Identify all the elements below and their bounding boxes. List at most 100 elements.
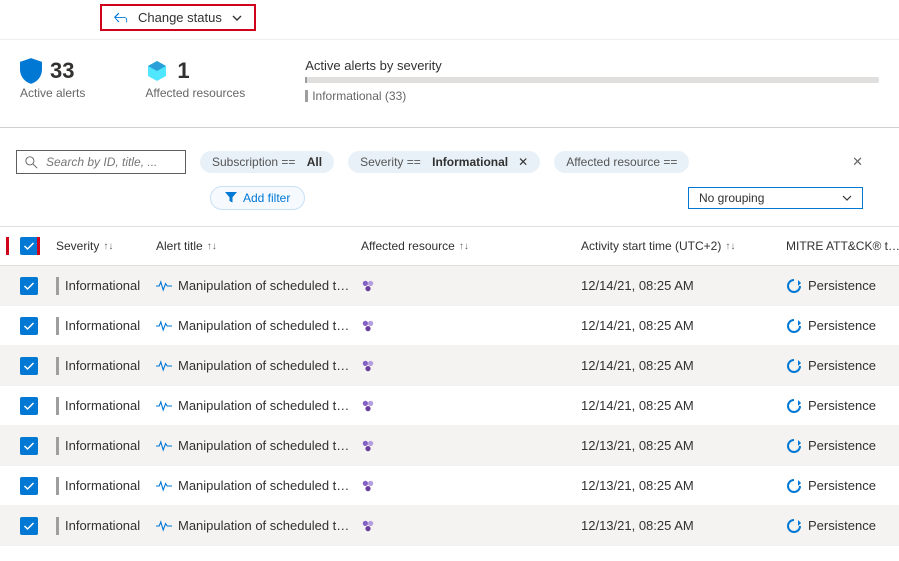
- toolbar: Change status: [0, 0, 899, 40]
- change-status-label: Change status: [138, 10, 222, 25]
- search-icon: [25, 156, 38, 169]
- mitre-cell: Persistence: [780, 518, 899, 534]
- pulse-icon: [156, 440, 172, 452]
- resource-icon: [361, 279, 375, 293]
- pulse-icon: [156, 320, 172, 332]
- resource-cell: [355, 479, 575, 493]
- chevron-down-icon: [842, 193, 852, 203]
- resource-icon: [361, 479, 375, 493]
- cube-icon: [145, 59, 169, 83]
- severity-cell: Informational: [50, 317, 150, 335]
- row-checkbox[interactable]: [20, 397, 38, 415]
- persistence-icon: [786, 318, 802, 334]
- persistence-icon: [786, 398, 802, 414]
- time-cell: 12/14/21, 08:25 AM: [575, 278, 780, 293]
- search-box[interactable]: [16, 150, 186, 174]
- mitre-cell: Persistence: [780, 358, 899, 374]
- table-row[interactable]: Informational Manipulation of scheduled …: [0, 306, 899, 346]
- resource-cell: [355, 279, 575, 293]
- select-all-checkbox[interactable]: [20, 237, 38, 255]
- severity-swatch: [305, 90, 308, 102]
- row-checkbox[interactable]: [20, 517, 38, 535]
- search-input[interactable]: [44, 154, 174, 170]
- row-checkbox[interactable]: [20, 317, 38, 335]
- mitre-cell: Persistence: [780, 478, 899, 494]
- severity-cell: Informational: [50, 277, 150, 295]
- resource-cell: [355, 399, 575, 413]
- table-row[interactable]: Informational Manipulation of scheduled …: [0, 426, 899, 466]
- alert-title-cell[interactable]: Manipulation of scheduled t…: [150, 318, 355, 333]
- row-checkbox[interactable]: [20, 277, 38, 295]
- severity-title: Active alerts by severity: [305, 58, 879, 73]
- time-cell: 12/13/21, 08:25 AM: [575, 518, 780, 533]
- row-checkbox[interactable]: [20, 437, 38, 455]
- resource-icon: [361, 359, 375, 373]
- mitre-cell: Persistence: [780, 318, 899, 334]
- filter-pill-subscription[interactable]: Subscription == All: [200, 151, 334, 173]
- mitre-cell: Persistence: [780, 438, 899, 454]
- resource-cell: [355, 359, 575, 373]
- filter-pill-severity[interactable]: Severity == Informational ✕: [348, 151, 540, 173]
- row-checkbox[interactable]: [20, 477, 38, 495]
- alert-title-cell[interactable]: Manipulation of scheduled t…: [150, 398, 355, 413]
- resource-icon: [361, 519, 375, 533]
- persistence-icon: [786, 478, 802, 494]
- pulse-icon: [156, 400, 172, 412]
- severity-cell: Informational: [50, 517, 150, 535]
- persistence-icon: [786, 518, 802, 534]
- table-row[interactable]: Informational Manipulation of scheduled …: [0, 506, 899, 546]
- filter-plus-icon: [225, 192, 237, 204]
- resource-cell: [355, 519, 575, 533]
- col-mitre[interactable]: MITRE ATT&CK® t…: [780, 239, 899, 253]
- table-body: Informational Manipulation of scheduled …: [0, 266, 899, 546]
- clear-filters-icon[interactable]: ✕: [852, 154, 863, 170]
- col-time[interactable]: Activity start time (UTC+2) ↑↓: [575, 239, 780, 253]
- filter-pill-resource[interactable]: Affected resource ==: [554, 151, 689, 173]
- resource-cell: [355, 439, 575, 453]
- resource-cell: [355, 319, 575, 333]
- active-alerts-value: 33: [50, 58, 74, 84]
- severity-legend: Informational (33): [305, 89, 879, 103]
- severity-cell: Informational: [50, 357, 150, 375]
- pulse-icon: [156, 520, 172, 532]
- time-cell: 12/13/21, 08:25 AM: [575, 478, 780, 493]
- severity-cell: Informational: [50, 397, 150, 415]
- severity-cell: Informational: [50, 437, 150, 455]
- table-row[interactable]: Informational Manipulation of scheduled …: [0, 346, 899, 386]
- close-icon[interactable]: ✕: [518, 155, 528, 169]
- chevron-down-icon: [232, 13, 242, 23]
- time-cell: 12/14/21, 08:25 AM: [575, 318, 780, 333]
- affected-resources-label: Affected resources: [145, 86, 245, 100]
- active-alerts-stat: 33 Active alerts: [20, 58, 85, 100]
- table-row[interactable]: Informational Manipulation of scheduled …: [0, 266, 899, 306]
- table-row[interactable]: Informational Manipulation of scheduled …: [0, 466, 899, 506]
- time-cell: 12/14/21, 08:25 AM: [575, 398, 780, 413]
- severity-bar: [305, 77, 879, 83]
- alert-title-cell[interactable]: Manipulation of scheduled t…: [150, 478, 355, 493]
- affected-resources-value: 1: [177, 58, 189, 84]
- persistence-icon: [786, 438, 802, 454]
- alert-title-cell[interactable]: Manipulation of scheduled t…: [150, 518, 355, 533]
- shield-icon: [20, 58, 42, 84]
- alert-title-cell[interactable]: Manipulation of scheduled t…: [150, 278, 355, 293]
- mitre-cell: Persistence: [780, 398, 899, 414]
- alert-title-cell[interactable]: Manipulation of scheduled t…: [150, 438, 355, 453]
- active-alerts-label: Active alerts: [20, 86, 85, 100]
- table-row[interactable]: Informational Manipulation of scheduled …: [0, 386, 899, 426]
- persistence-icon: [786, 358, 802, 374]
- resource-icon: [361, 399, 375, 413]
- time-cell: 12/13/21, 08:25 AM: [575, 438, 780, 453]
- col-severity[interactable]: Severity ↑↓: [50, 239, 150, 253]
- col-resource[interactable]: Affected resource ↑↓: [355, 239, 575, 253]
- alert-title-cell[interactable]: Manipulation of scheduled t…: [150, 358, 355, 373]
- resource-icon: [361, 319, 375, 333]
- persistence-icon: [786, 278, 802, 294]
- pulse-icon: [156, 480, 172, 492]
- row-checkbox[interactable]: [20, 357, 38, 375]
- grouping-dropdown[interactable]: No grouping: [688, 187, 863, 209]
- change-status-button[interactable]: Change status: [100, 4, 256, 31]
- mitre-cell: Persistence: [780, 278, 899, 294]
- col-title[interactable]: Alert title ↑↓: [150, 239, 355, 253]
- filter-bar: Subscription == All Severity == Informat…: [0, 128, 899, 182]
- add-filter-button[interactable]: Add filter: [210, 186, 305, 210]
